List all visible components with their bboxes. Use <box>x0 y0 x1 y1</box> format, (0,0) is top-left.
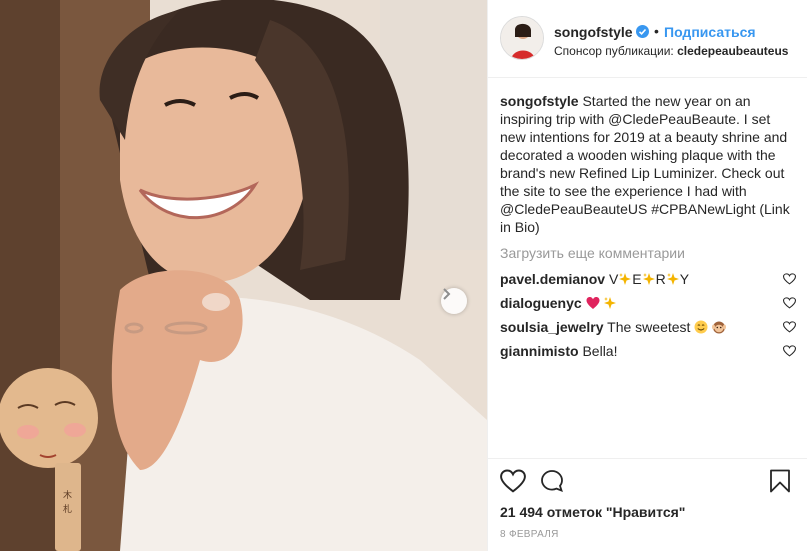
post-actions: 21 494 отметок "Нравится" 8 ФЕВРАЛЯ <box>488 458 807 551</box>
carousel-next-button[interactable] <box>441 288 467 314</box>
caption-username[interactable]: songofstyle <box>500 93 579 109</box>
bookmark-icon[interactable] <box>769 469 791 493</box>
follow-button[interactable]: Подписаться <box>664 24 756 40</box>
sponsor-name[interactable]: cledepeaubeauteus <box>677 44 788 58</box>
chevron-right-icon <box>443 288 451 300</box>
comment-row: pavel.demianov VERY <box>500 269 796 289</box>
comment-text: The sweetest <box>607 319 691 335</box>
likes-count[interactable]: 21 494 отметок "Нравится" <box>500 504 685 520</box>
comment-text-letter: E <box>632 271 642 287</box>
comment-row: soulsia_jewelry The sweetest <box>500 317 796 337</box>
comment-like-icon[interactable] <box>783 321 796 333</box>
hear-no-evil-monkey-icon <box>712 321 727 334</box>
red-heart-icon <box>586 297 600 309</box>
sparkles-icon <box>642 273 655 285</box>
post-author-username[interactable]: songofstyle <box>554 24 633 40</box>
comment-row: dialoguenyc <box>500 293 796 313</box>
comment-text-letter: R <box>655 271 666 287</box>
comment-username[interactable]: pavel.demianov <box>500 271 605 287</box>
svg-text:札: 札 <box>63 503 72 515</box>
post-side-panel: songofstyle • Подписаться Спонсор публик… <box>487 0 807 551</box>
smiling-face-icon <box>694 320 708 334</box>
avatar-image <box>501 17 543 59</box>
post-header: songofstyle • Подписаться Спонсор публик… <box>488 0 807 78</box>
sparkles-icon <box>604 297 617 309</box>
comment-like-icon[interactable] <box>783 273 796 285</box>
svg-text:木: 木 <box>63 489 72 501</box>
post-date[interactable]: 8 ФЕВРАЛЯ <box>500 529 559 540</box>
comment-like-icon[interactable] <box>783 345 796 357</box>
header-separator: • <box>654 23 659 39</box>
comment-like-icon[interactable] <box>783 297 796 309</box>
sponsor-line: Спонсор публикации: cledepeaubeauteus <box>554 44 788 58</box>
avatar[interactable] <box>500 16 544 60</box>
post-caption: songofstyle Started the new year on an i… <box>500 92 795 236</box>
comment-username[interactable]: dialoguenyc <box>500 295 582 311</box>
comment-text-letter: V <box>608 271 619 287</box>
sparkles-icon <box>619 273 632 285</box>
load-more-comments-button[interactable]: Загрузить еще комментарии <box>500 245 685 261</box>
sparkles-icon <box>666 273 679 285</box>
comment-username[interactable]: giannimisto <box>500 343 579 359</box>
caption-text: Started the new year on an inspiring tri… <box>500 93 790 235</box>
sponsor-prefix: Спонсор публикации: <box>554 44 674 58</box>
comment-username[interactable]: soulsia_jewelry <box>500 319 604 335</box>
comment-text-letter: Y <box>679 271 690 287</box>
verified-badge-icon <box>636 25 649 38</box>
comment-bubble-icon[interactable] <box>540 469 564 493</box>
comment-text: Bella! <box>582 343 618 359</box>
post-photo[interactable]: 木 札 <box>0 0 487 551</box>
comment-row: giannimisto Bella! <box>500 341 796 361</box>
heart-outline-icon[interactable] <box>500 469 526 493</box>
post-photo-illustration: 木 札 <box>0 0 487 551</box>
